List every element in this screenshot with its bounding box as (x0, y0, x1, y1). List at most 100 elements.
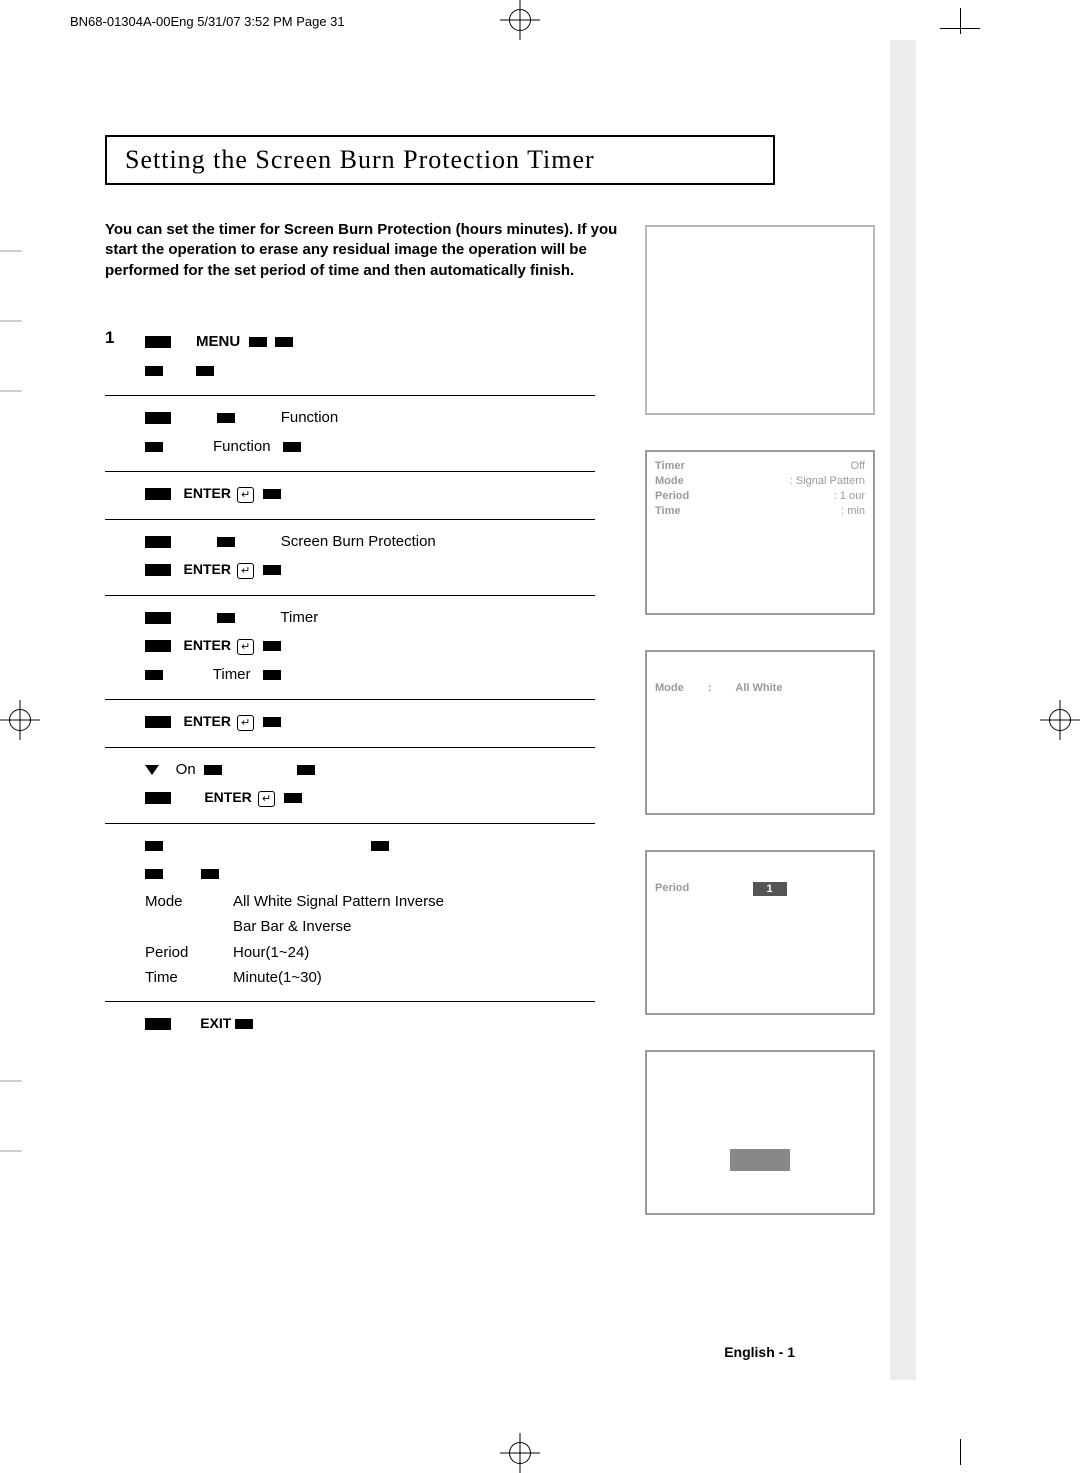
remote-button-icon (145, 488, 171, 500)
redacted-icon (145, 670, 163, 680)
menu-button-label: MENU (196, 333, 240, 350)
osd-preview-box (645, 225, 875, 415)
osd-preview-period: Period 1 (645, 850, 875, 1015)
redacted-icon (371, 841, 389, 851)
option-row-period: Period Hour(1~24) (145, 940, 595, 966)
redacted-icon (196, 366, 214, 376)
exit-button-label: EXIT (200, 1015, 231, 1031)
redacted-icon (204, 765, 222, 775)
option-key: Time (145, 965, 215, 991)
step-6: ENTER ↵ (105, 700, 595, 748)
enter-button-label: ENTER (204, 789, 251, 805)
osd-label: Period (655, 490, 715, 502)
enter-button-label: ENTER (184, 713, 231, 729)
option-values: Hour(1~24) (233, 940, 309, 966)
arrow-down-icon (145, 765, 159, 775)
option-row-time: Time Minute(1~30) (145, 965, 595, 991)
redacted-icon (145, 442, 163, 452)
remote-button-icon (145, 336, 171, 348)
osd-row: Period 1 (655, 882, 865, 896)
option-values: All White Signal Pattern Inverse (233, 889, 444, 915)
osd-row: Mode : All White (655, 682, 865, 694)
step-5: Timer ENTER ↵ Timer (105, 596, 595, 701)
remote-button-icon (145, 792, 171, 804)
redacted-icon (297, 765, 315, 775)
osd-preview-timer: Timer Off Mode : Signal Pattern Period :… (645, 450, 875, 615)
osd-value: Off (851, 460, 865, 472)
osd-colon: : (708, 682, 712, 694)
enter-glyph-icon: ↵ (237, 639, 254, 655)
osd-label: Timer (655, 460, 715, 472)
enter-glyph-icon: ↵ (237, 563, 254, 579)
timer-label: Timer (280, 609, 318, 626)
remote-button-icon (145, 716, 171, 728)
step-3: ENTER ↵ (105, 472, 595, 520)
step-7: On ENTER ↵ (105, 748, 595, 824)
step-2: Function Function (105, 396, 595, 472)
redacted-icon (275, 337, 293, 347)
remote-button-icon (145, 1018, 171, 1030)
remote-button-icon (145, 612, 171, 624)
function-label: Function (213, 438, 271, 455)
redacted-icon (249, 337, 267, 347)
osd-label: Period (655, 882, 689, 896)
crop-mark-icon (960, 8, 961, 34)
registration-mark-icon (0, 700, 40, 740)
steps-list: 1 MENU Function Function (105, 320, 595, 1048)
function-label: Function (281, 409, 339, 426)
step-1: 1 MENU (105, 320, 595, 396)
enter-button-label: ENTER (184, 561, 231, 577)
enter-glyph-icon: ↵ (258, 791, 275, 807)
redacted-icon (217, 413, 235, 423)
intro-paragraph: You can set the timer for Screen Burn Pr… (105, 220, 635, 281)
redacted-icon (201, 869, 219, 879)
on-label: On (176, 761, 196, 778)
enter-button-label: ENTER (184, 485, 231, 501)
redacted-icon (263, 565, 281, 575)
osd-value: : min (841, 505, 865, 517)
redacted-icon (235, 1019, 253, 1029)
registration-mark-icon (1040, 700, 1080, 740)
redacted-icon (217, 537, 235, 547)
osd-label: Mode (655, 682, 684, 694)
margin-tick (0, 1080, 22, 1082)
osd-row: Mode : Signal Pattern (655, 475, 865, 487)
osd-row: Timer Off (655, 460, 865, 472)
step-number: 1 (105, 328, 114, 348)
remote-button-icon (145, 640, 171, 652)
osd-label: Time (655, 505, 715, 517)
osd-preview-blank (645, 1050, 875, 1215)
step-9: EXIT (105, 1002, 595, 1049)
redacted-icon (263, 670, 281, 680)
screen-burn-label: Screen Burn Protection (281, 533, 436, 550)
page-footer-language: English - 1 (724, 1344, 795, 1360)
redacted-icon (145, 869, 163, 879)
enter-button-label: ENTER (184, 637, 231, 653)
osd-bar-icon (730, 1149, 790, 1171)
remote-button-icon (145, 536, 171, 548)
step-8: Mode All White Signal Pattern Inverse Ba… (105, 824, 595, 1002)
remote-button-icon (145, 564, 171, 576)
remote-button-icon (145, 412, 171, 424)
option-values: Minute(1~30) (233, 965, 322, 991)
margin-tick (0, 390, 22, 392)
option-key: Mode (145, 889, 215, 915)
registration-mark-icon (500, 0, 540, 40)
step-4: Screen Burn Protection ENTER ↵ (105, 520, 595, 596)
redacted-icon (145, 841, 163, 851)
registration-mark-icon (500, 1433, 540, 1473)
osd-value: : 1 our (834, 490, 865, 502)
crop-mark-icon (940, 28, 980, 29)
osd-row: Time : min (655, 505, 865, 517)
osd-value: : Signal Pattern (790, 475, 865, 487)
osd-row: Period : 1 our (655, 490, 865, 502)
page-title: Setting the Screen Burn Protection Timer (105, 135, 775, 185)
option-key: Period (145, 940, 215, 966)
osd-value-badge: 1 (753, 882, 787, 896)
redacted-icon (263, 641, 281, 651)
redacted-icon (145, 366, 163, 376)
enter-glyph-icon: ↵ (237, 487, 254, 503)
osd-preview-mode: Mode : All White (645, 650, 875, 815)
option-row-mode: Mode All White Signal Pattern Inverse (145, 889, 595, 915)
timer-label: Timer (213, 666, 251, 683)
